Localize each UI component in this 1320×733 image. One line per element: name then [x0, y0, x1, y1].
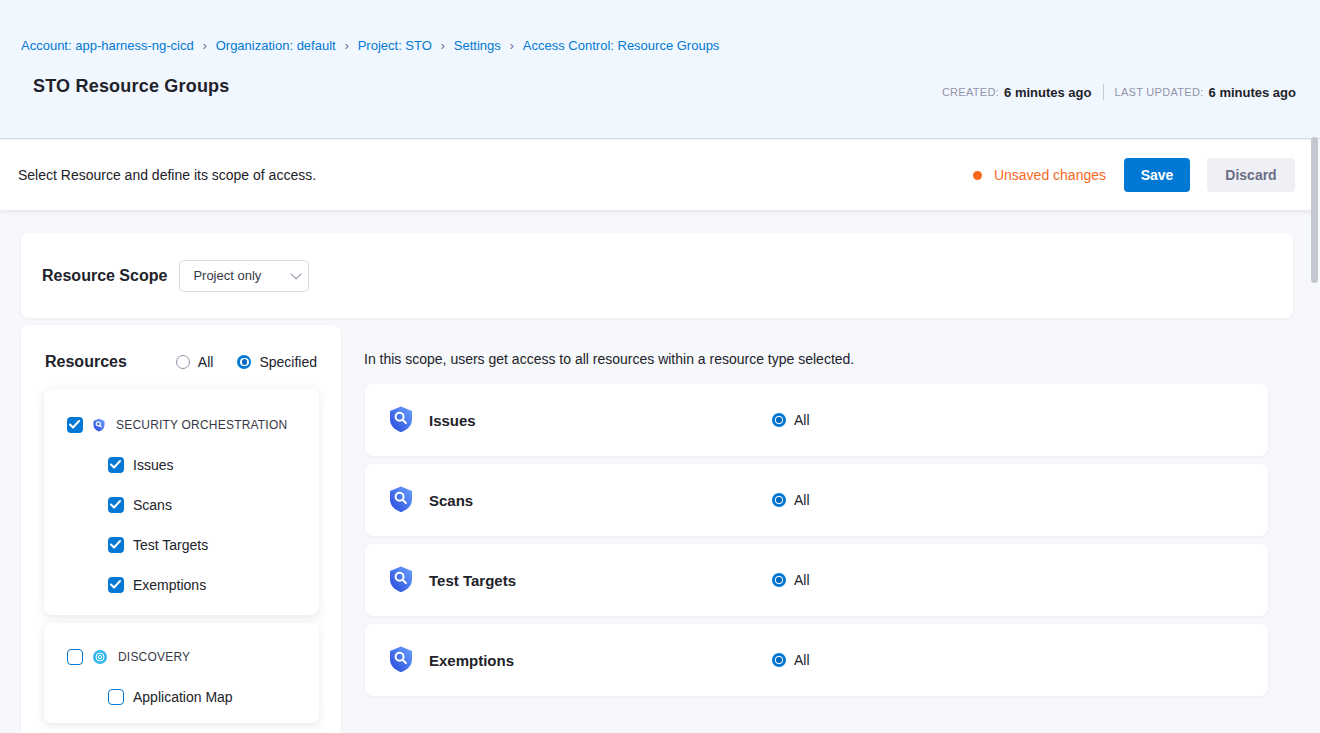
resource-row-scans: Scans All	[365, 464, 1268, 536]
breadcrumb-resource-groups[interactable]: Access Control: Resource Groups	[523, 38, 720, 53]
resource-group-security-orchestration: SECURITY ORCHESTRATION Issues Scans Test…	[44, 389, 319, 615]
sto-shield-icon	[387, 645, 415, 675]
radio-on-icon[interactable]	[772, 413, 786, 427]
scope-description: In this scope, users get access to all r…	[364, 351, 854, 367]
child-label: Exemptions	[133, 577, 206, 593]
breadcrumb-account[interactable]: Account: app-harness-ng-cicd	[21, 38, 194, 53]
checkbox-application-map[interactable]	[108, 689, 124, 705]
last-updated-label: LAST UPDATED:	[1115, 86, 1204, 98]
created-value: 6 minutes ago	[1004, 85, 1091, 100]
checkbox-issues[interactable]	[108, 457, 124, 473]
resource-group-discovery: DISCOVERY Application Map	[44, 623, 319, 723]
resource-scope-value: Project only	[193, 268, 261, 283]
access-radio-label: All	[794, 492, 810, 508]
resource-row-test-targets: Test Targets All	[365, 544, 1268, 616]
last-updated-value: 6 minutes ago	[1209, 85, 1296, 100]
resource-scope-title: Resource Scope	[42, 267, 167, 285]
child-label: Scans	[133, 497, 172, 513]
access-radio-all[interactable]: All	[772, 652, 810, 668]
radio-specified[interactable]: Specified	[237, 354, 317, 370]
chevron-down-icon	[291, 268, 302, 279]
resource-row-exemptions: Exemptions All	[365, 624, 1268, 696]
breadcrumb-organization[interactable]: Organization: default	[216, 38, 336, 53]
checkbox-test-targets[interactable]	[108, 537, 124, 553]
discard-button[interactable]: Discard	[1207, 158, 1295, 192]
check-icon	[69, 420, 80, 429]
radio-specified-label: Specified	[259, 354, 317, 370]
created-label: CREATED:	[942, 86, 999, 98]
access-radio-all[interactable]: All	[772, 412, 810, 428]
check-icon	[110, 580, 121, 589]
page-header: Account: app-harness-ng-cicd › Organizat…	[0, 0, 1320, 139]
access-radio-label: All	[794, 572, 810, 588]
timestamps: CREATED: 6 minutes ago LAST UPDATED: 6 m…	[942, 84, 1296, 100]
vertical-scrollbar[interactable]	[1311, 137, 1318, 283]
unsaved-changes-label: Unsaved changes	[994, 167, 1106, 183]
checkbox-security-orchestration[interactable]	[67, 417, 83, 433]
breadcrumb-settings[interactable]: Settings	[454, 38, 501, 53]
resources-panel: Resources All Specified	[21, 325, 341, 733]
row-label: Test Targets	[429, 572, 516, 589]
access-radio-label: All	[794, 412, 810, 428]
access-radio-all[interactable]: All	[772, 572, 810, 588]
group-label: SECURITY ORCHESTRATION	[116, 418, 287, 432]
page-title: STO Resource Groups	[33, 76, 230, 97]
save-button[interactable]: Save	[1124, 158, 1190, 192]
toolbar-description: Select Resource and define its scope of …	[18, 167, 316, 183]
row-label: Scans	[429, 492, 473, 509]
chevron-right-icon: ›	[510, 39, 514, 53]
breadcrumb: Account: app-harness-ng-cicd › Organizat…	[21, 38, 719, 53]
divider	[1103, 84, 1104, 100]
sto-shield-icon	[387, 565, 415, 595]
resource-scope-card: Resource Scope Project only	[21, 233, 1293, 318]
child-label: Application Map	[133, 689, 233, 705]
sto-shield-icon	[387, 405, 415, 435]
sto-shield-icon	[387, 485, 415, 515]
check-icon	[110, 540, 121, 549]
check-icon	[110, 500, 121, 509]
checkbox-scans[interactable]	[108, 497, 124, 513]
radio-on-icon[interactable]	[772, 573, 786, 587]
radio-specified-icon[interactable]	[237, 355, 251, 369]
radio-all-label: All	[198, 354, 214, 370]
resources-title: Resources	[45, 353, 127, 371]
child-label: Test Targets	[133, 537, 208, 553]
chevron-right-icon: ›	[345, 39, 349, 53]
breadcrumb-project[interactable]: Project: STO	[358, 38, 432, 53]
unsaved-dot-icon	[973, 171, 982, 180]
radio-all[interactable]: All	[176, 354, 214, 370]
radio-on-icon[interactable]	[772, 653, 786, 667]
chevron-right-icon: ›	[203, 39, 207, 53]
resource-scope-dropdown[interactable]: Project only	[179, 260, 309, 292]
access-radio-label: All	[794, 652, 810, 668]
chevron-right-icon: ›	[441, 39, 445, 53]
resource-row-issues: Issues All	[365, 384, 1268, 456]
radio-on-icon[interactable]	[772, 493, 786, 507]
sto-shield-icon	[92, 418, 106, 433]
checkbox-discovery[interactable]	[67, 649, 83, 665]
discovery-radar-icon	[92, 649, 108, 665]
checkbox-exemptions[interactable]	[108, 577, 124, 593]
row-label: Issues	[429, 412, 476, 429]
radio-all-icon[interactable]	[176, 355, 190, 369]
check-icon	[110, 460, 121, 469]
unsaved-changes-status: Unsaved changes	[973, 167, 1106, 183]
child-label: Issues	[133, 457, 173, 473]
action-toolbar: Select Resource and define its scope of …	[0, 140, 1313, 210]
access-radio-all[interactable]: All	[772, 492, 810, 508]
row-label: Exemptions	[429, 652, 514, 669]
group-label: DISCOVERY	[118, 650, 190, 664]
